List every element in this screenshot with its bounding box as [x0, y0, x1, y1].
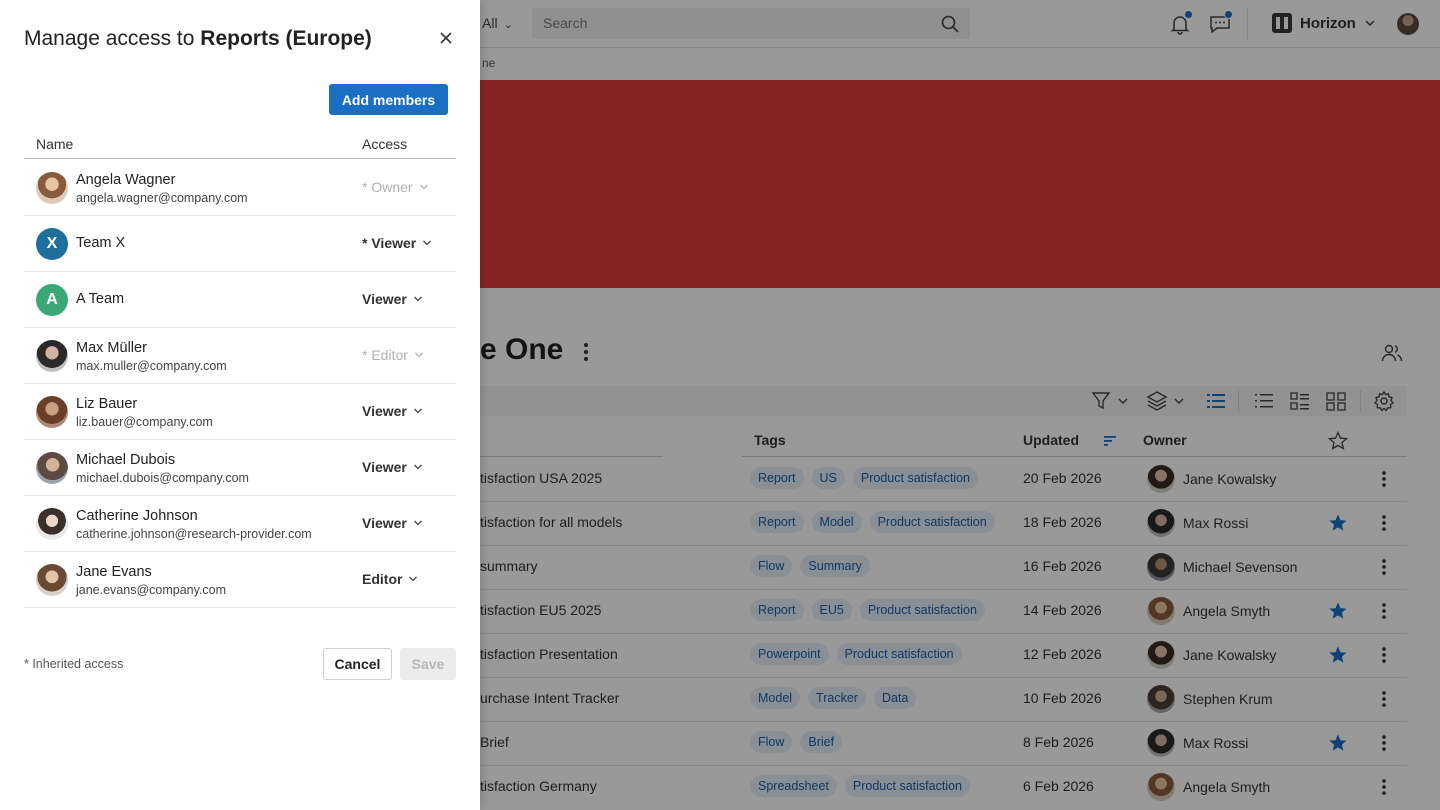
access-dropdown[interactable]: Viewer: [362, 403, 423, 419]
cancel-button[interactable]: Cancel: [323, 648, 392, 680]
access-dropdown: * Owner: [362, 179, 429, 195]
add-members-button[interactable]: Add members: [329, 84, 448, 115]
chevron-down-icon: [409, 576, 418, 582]
member-avatar: X: [36, 228, 68, 260]
member-avatar: [36, 564, 68, 596]
dialog-title-prefix: Manage access to: [24, 27, 195, 50]
chevron-down-icon: [413, 464, 422, 470]
manage-access-dialog: Manage access to Reports (Europe) Add me…: [0, 0, 480, 810]
member-row: Angela Wagner angela.wagner@company.com * …: [24, 160, 456, 216]
close-icon[interactable]: [437, 29, 455, 47]
chevron-down-icon: [423, 240, 432, 246]
member-row: Liz Bauer liz.bauer@company.com Viewer: [24, 384, 456, 440]
dialog-title: Manage access to Reports (Europe): [24, 27, 372, 51]
member-name: Max Müller: [76, 340, 147, 356]
access-label: Viewer: [362, 515, 407, 531]
access-dropdown[interactable]: Viewer: [362, 459, 423, 475]
chevron-down-icon: [413, 408, 422, 414]
member-name: Team X: [76, 235, 126, 251]
access-dropdown[interactable]: Editor: [362, 571, 418, 587]
member-row: X Team X * Viewer: [24, 216, 456, 272]
member-name: Michael Dubois: [76, 452, 176, 468]
access-label: Editor: [362, 571, 403, 587]
member-row: Jane Evans jane.evans@company.com Editor: [24, 552, 456, 608]
member-email: jane.evans@company.com: [76, 583, 227, 597]
access-dropdown[interactable]: * Viewer: [362, 235, 432, 251]
access-dropdown: * Editor: [362, 347, 424, 363]
member-name: Angela Wagner: [76, 172, 176, 188]
member-email: catherine.johnson@research-provider.com: [76, 527, 312, 541]
access-label: * Viewer: [362, 235, 417, 251]
member-name: A Team: [76, 291, 125, 307]
chevron-down-icon: [414, 352, 423, 358]
access-label: Viewer: [362, 459, 407, 475]
member-name: Liz Bauer: [76, 396, 138, 412]
member-row: Max Müller max.muller@company.com * Editor: [24, 328, 456, 384]
inherited-access-note: * Inherited access: [24, 657, 124, 671]
member-avatar: [36, 396, 68, 428]
access-label: Viewer: [362, 291, 407, 307]
access-dropdown[interactable]: Viewer: [362, 291, 423, 307]
access-label: Viewer: [362, 403, 407, 419]
member-email: max.muller@company.com: [76, 359, 227, 373]
member-email: liz.bauer@company.com: [76, 415, 213, 429]
column-header-access: Access: [362, 136, 408, 152]
member-avatar: [36, 508, 68, 540]
member-avatar: A: [36, 284, 68, 316]
chevron-down-icon: [419, 184, 428, 190]
member-email: angela.wagner@company.com: [76, 191, 248, 205]
member-row: A A Team Viewer: [24, 272, 456, 328]
access-dropdown[interactable]: Viewer: [362, 515, 423, 531]
access-label: * Editor: [362, 347, 408, 363]
member-row: Michael Dubois michael.dubois@company.com…: [24, 440, 456, 496]
member-name: Jane Evans: [76, 564, 152, 580]
header-divider: [24, 158, 456, 159]
dialog-title-target: Reports (Europe): [200, 27, 372, 50]
chevron-down-icon: [413, 520, 422, 526]
chevron-down-icon: [413, 296, 422, 302]
member-email: michael.dubois@company.com: [76, 471, 249, 485]
column-header-name: Name: [36, 136, 74, 152]
access-label: * Owner: [362, 179, 413, 195]
save-button[interactable]: Save: [400, 648, 456, 680]
member-avatar: [36, 340, 68, 372]
member-avatar: [36, 172, 68, 204]
member-name: Catherine Johnson: [76, 508, 198, 524]
member-avatar: [36, 452, 68, 484]
member-row: Catherine Johnson catherine.johnson@resea…: [24, 496, 456, 552]
